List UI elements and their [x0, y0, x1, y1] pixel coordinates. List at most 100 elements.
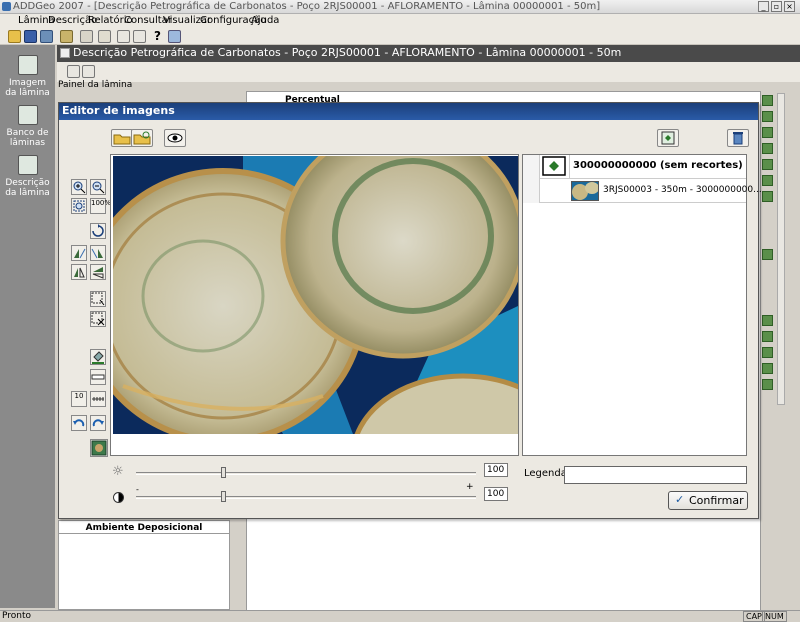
num-indicator: NUM [762, 611, 787, 622]
open-folder-icon[interactable] [8, 30, 21, 43]
row-edit-icon[interactable] [762, 191, 773, 202]
thin-section-image [113, 156, 518, 434]
view-image-button[interactable] [164, 129, 186, 147]
mirror-vertical-button[interactable] [90, 264, 106, 280]
cut-region-button[interactable] [90, 311, 106, 327]
minimize-button[interactable]: _ [758, 1, 769, 12]
crop-tool-button[interactable] [657, 129, 679, 147]
zoom-100-label: 100% [91, 199, 112, 207]
document-icon[interactable] [117, 30, 130, 43]
sidebar-item-slide-image[interactable]: Imagem da lâmina [2, 55, 53, 98]
panel-header: Ambiente Deposicional [59, 523, 229, 534]
zoom-out-icon [92, 181, 105, 194]
measure-button[interactable] [90, 391, 106, 407]
row-edit-icon[interactable] [762, 95, 773, 106]
tree-root-row[interactable]: 300000000000 (sem recortes) [523, 155, 746, 179]
row-icons-column [762, 93, 776, 403]
row-edit-icon[interactable] [762, 111, 773, 122]
app-icon [2, 2, 11, 11]
fit-to-window-button[interactable] [71, 198, 87, 214]
view-toggle-icon[interactable] [67, 65, 80, 78]
app-title: ADDGeo 2007 - [Descrição Petrográfica de… [13, 1, 601, 12]
row-edit-icon[interactable] [762, 175, 773, 186]
help-icon[interactable]: ? [151, 30, 164, 43]
folder-refresh-icon [133, 131, 151, 145]
clipboard-icon[interactable] [80, 30, 93, 43]
paint-tool-button[interactable] [90, 349, 106, 365]
vertical-scrollbar[interactable] [777, 93, 785, 405]
row-selector[interactable] [523, 179, 540, 203]
row-edit-icon[interactable] [762, 249, 773, 260]
tree-root-icon-cell [540, 155, 570, 179]
open-image-button[interactable] [111, 129, 133, 147]
open-recent-button[interactable] [131, 129, 153, 147]
brightness-value[interactable]: 100 [484, 463, 508, 477]
select-region-icon [91, 292, 105, 306]
row-edit-icon[interactable] [762, 363, 773, 374]
zoom-100-button[interactable]: 100% [90, 198, 111, 214]
sidebar-item-slide-bank[interactable]: Banco de lâminas [2, 105, 53, 148]
print-preview-icon[interactable] [98, 30, 111, 43]
row-edit-icon[interactable] [762, 159, 773, 170]
sidebar-item-label: Banco de lâminas [6, 128, 49, 148]
flip-left-button[interactable] [71, 245, 87, 261]
menu-ajuda[interactable]: Ajuda [251, 15, 279, 26]
brightness-icon: ☼ [112, 464, 124, 479]
select-region-button[interactable] [90, 291, 106, 307]
scissors-icon [91, 312, 105, 326]
ruler-icon [92, 397, 104, 401]
brightness-slider-thumb[interactable] [221, 467, 226, 478]
row-edit-icon[interactable] [762, 143, 773, 154]
dialog-title-bar: Editor de imagens [59, 103, 758, 120]
mirror-horizontal-button[interactable] [71, 264, 87, 280]
zoom-in-button[interactable] [71, 179, 87, 195]
contrast-slider-thumb[interactable] [221, 491, 226, 502]
close-button[interactable]: × [784, 1, 795, 12]
image-properties-button[interactable] [90, 439, 108, 457]
document-title-bar: Descrição Petrográfica de Carbonatos - P… [57, 45, 800, 62]
save-all-icon[interactable] [40, 30, 53, 43]
line-tool-icon [91, 374, 105, 380]
row-edit-icon[interactable] [762, 315, 773, 326]
slide-image-icon [542, 156, 566, 176]
sidebar-item-slide-description[interactable]: Descrição da lâmina [2, 155, 53, 198]
row-edit-icon[interactable] [762, 379, 773, 390]
list-icon[interactable] [133, 30, 146, 43]
delete-button[interactable] [727, 129, 749, 147]
save-icon[interactable] [24, 30, 37, 43]
row-edit-icon[interactable] [762, 331, 773, 342]
whats-this-icon[interactable] [168, 30, 181, 43]
tools-icon[interactable] [60, 30, 73, 43]
document-icon [60, 48, 70, 58]
contrast-track[interactable] [136, 496, 476, 499]
confirm-label: Confirmar [689, 494, 744, 507]
contrast-value[interactable]: 100 [484, 487, 508, 501]
sidebar-item-label: Imagem da lâmina [5, 78, 50, 98]
row-edit-icon[interactable] [762, 347, 773, 358]
view-toggle-icon[interactable] [82, 65, 95, 78]
line-tool-button[interactable] [90, 369, 106, 385]
image-canvas[interactable] [110, 154, 519, 456]
restore-button[interactable]: ▫ [771, 1, 782, 12]
undo-button[interactable] [71, 415, 87, 431]
rotate-button[interactable] [90, 223, 106, 239]
contrast-icon [113, 492, 124, 503]
document-title: Descrição Petrográfica de Carbonatos - P… [73, 46, 622, 59]
row-selector[interactable] [523, 155, 540, 179]
menu-bar: Lâmina Descrição Relatório Consultar Vis… [0, 14, 800, 28]
zoom-out-button[interactable] [90, 179, 106, 195]
row-edit-icon[interactable] [762, 127, 773, 138]
tree-child-row[interactable]: 3RJS00003 - 350m - 3000000000... [523, 179, 762, 203]
image-thumbnail-icon [91, 440, 107, 456]
document-toolbar [57, 62, 800, 82]
flip-right-button[interactable] [90, 245, 106, 261]
legend-input[interactable] [564, 466, 747, 484]
redo-button[interactable] [90, 415, 106, 431]
brightness-track[interactable] [136, 472, 476, 475]
scale-bar-button[interactable]: 10 [71, 391, 87, 407]
contrast-max-marker: + [466, 482, 474, 492]
confirm-button[interactable]: ✓ Confirmar [668, 491, 748, 510]
mirror-horizontal-icon [74, 267, 85, 278]
main-toolbar: ? [0, 28, 800, 45]
